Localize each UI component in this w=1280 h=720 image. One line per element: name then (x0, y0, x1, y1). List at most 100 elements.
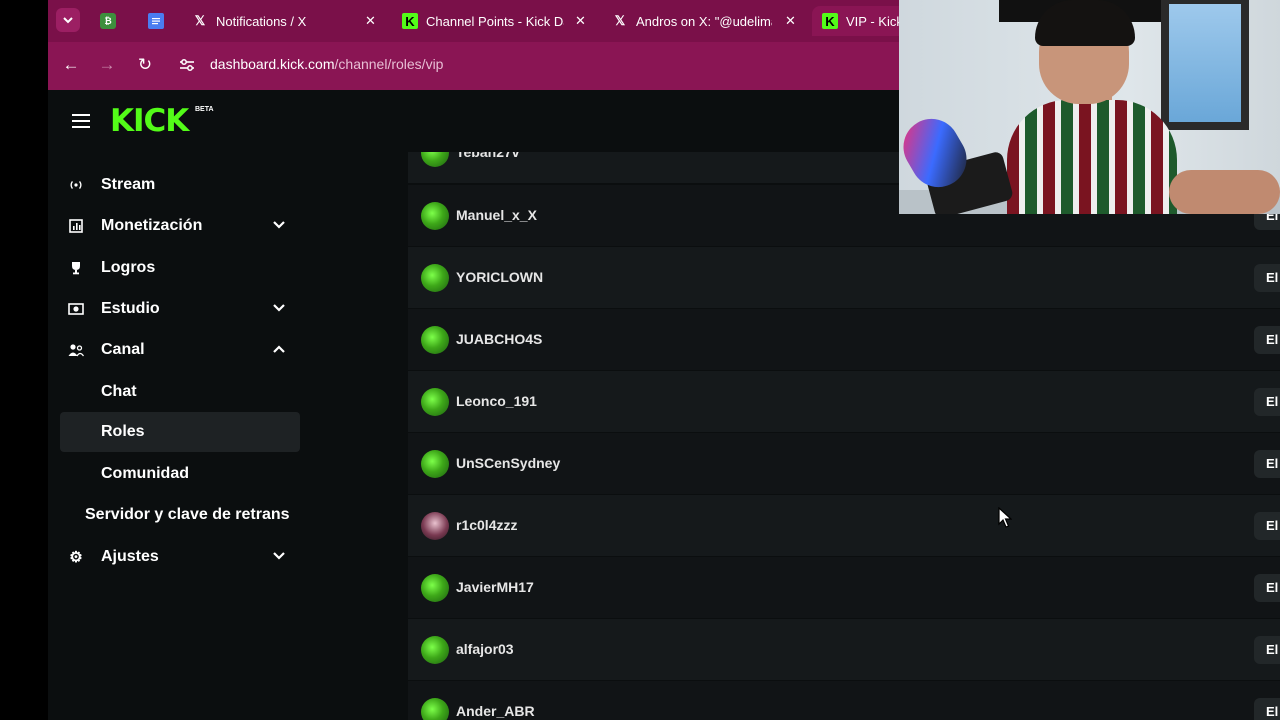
vip-row: UnSCenSydney El (408, 433, 1280, 494)
mouse-cursor-icon (998, 507, 1012, 528)
sidebar-item-label: Logros (101, 259, 156, 276)
vip-username[interactable]: alfajor03 (456, 641, 514, 657)
webcam-jersey (1169, 4, 1241, 122)
vip-username[interactable]: Ander_ABR (456, 703, 535, 719)
vip-row: r1c0l4zzz El (408, 495, 1280, 556)
tab-title: Channel Points - Kick Da (426, 13, 564, 29)
sidebar-item-stream[interactable]: Stream (60, 166, 300, 204)
vip-row: Ander_ABR El (408, 681, 1280, 720)
webcam-person-hair (1035, 0, 1135, 46)
docs-icon (148, 13, 164, 29)
avatar (421, 202, 449, 230)
gear-icon: ⚙ (69, 549, 83, 566)
studio-icon (68, 301, 84, 317)
vip-username[interactable]: Leonco_191 (456, 393, 537, 409)
site-info-icon[interactable] (176, 54, 198, 76)
forward-arrow-icon[interactable]: → (96, 54, 118, 76)
tab-title: VIP - Kick (846, 13, 903, 29)
remove-vip-button[interactable]: El (1254, 450, 1280, 478)
kick-k-icon: K (822, 13, 838, 29)
sidebar-item-estudio[interactable]: Estudio (60, 290, 300, 328)
sidebar-item-monetizacion[interactable]: Monetización (60, 207, 300, 245)
vip-username[interactable]: Manuel_x_X (456, 207, 537, 223)
sidebar-item-ajustes[interactable]: ⚙ Ajustes (60, 538, 300, 576)
vip-row: JUABCHO4S El (408, 309, 1280, 370)
tab-title: Andros on X: "@udelima (636, 13, 772, 29)
sidebar-subitem-roles[interactable]: Roles (60, 412, 300, 452)
trophy-icon (68, 260, 84, 276)
tab-notifications-x[interactable]: 𝕏 Notifications / X (192, 6, 352, 36)
close-tab-icon[interactable]: ✕ (575, 13, 586, 29)
chart-icon (68, 218, 84, 234)
vip-username[interactable]: YORICLOWN (456, 269, 543, 285)
chevron-down-icon[interactable] (272, 301, 286, 315)
back-arrow-icon[interactable]: ← (60, 54, 82, 76)
tab-docs[interactable] (148, 6, 164, 36)
remove-vip-button[interactable]: El (1254, 388, 1280, 416)
close-tab-icon[interactable]: ✕ (365, 13, 376, 29)
vip-row: YORICLOWN El (408, 247, 1280, 308)
sidebar-item-label: Ajustes (101, 548, 159, 565)
avatar (421, 636, 449, 664)
chevron-down-icon[interactable] (272, 549, 286, 563)
sidebar-item-server-key[interactable]: Servidor y clave de retrans (60, 495, 320, 535)
sidebar-subitem-label: Comunidad (101, 465, 189, 482)
webcam-overlay (899, 0, 1280, 214)
remove-vip-button[interactable]: El (1254, 636, 1280, 664)
remove-vip-button[interactable]: El (1254, 264, 1280, 292)
broadcast-icon (68, 177, 84, 193)
tab-search-button[interactable] (56, 8, 80, 32)
vip-row: Leonco_191 El (408, 371, 1280, 432)
sidebar-item-label: Stream (101, 176, 156, 193)
vip-list-panel: Teban27v Manuel_x_X El YORICLOWN El JUAB… (318, 152, 1280, 720)
avatar (421, 512, 449, 540)
avatar (421, 388, 449, 416)
sidebar-item-canal[interactable]: Canal (60, 331, 300, 369)
reload-icon[interactable]: ↻ (134, 54, 156, 76)
avatar (421, 450, 449, 478)
sidebar-item-label: Monetización (101, 217, 203, 234)
wallet-icon: ₿ (100, 13, 116, 29)
sidebar-subitem-label: Roles (101, 423, 145, 440)
tab-wallet[interactable]: ₿ (100, 6, 116, 36)
x-logo-icon: 𝕏 (614, 13, 626, 28)
avatar (421, 698, 449, 720)
menu-icon[interactable] (72, 114, 90, 128)
sidebar-subitem-comunidad[interactable]: Comunidad (60, 454, 300, 494)
tab-andros-x[interactable]: 𝕏 Andros on X: "@udelima (612, 6, 772, 36)
vip-row: alfajor03 El (408, 619, 1280, 680)
webcam-person-shirt (1007, 100, 1177, 214)
vip-username[interactable]: JavierMH17 (456, 579, 534, 595)
remove-vip-button[interactable]: El (1254, 326, 1280, 354)
webcam-person-arm (1169, 170, 1280, 214)
avatar (421, 264, 449, 292)
vip-username[interactable]: r1c0l4zzz (456, 517, 517, 533)
sidebar: Stream Monetización Logros Estudio Canal… (48, 152, 318, 720)
url-field[interactable]: dashboard.kick.com/channel/roles/vip (210, 56, 443, 72)
remove-vip-button[interactable]: El (1254, 574, 1280, 602)
sidebar-item-logros[interactable]: Logros (60, 249, 300, 287)
avatar (421, 152, 449, 167)
chevron-up-icon[interactable] (272, 342, 286, 356)
vip-username[interactable]: Teban27v (456, 152, 520, 160)
sidebar-subitem-chat[interactable]: Chat (60, 372, 300, 412)
chevron-down-icon (63, 17, 73, 24)
avatar (421, 326, 449, 354)
tab-title: Notifications / X (216, 13, 307, 29)
kick-k-icon: K (402, 13, 418, 29)
url-path: /channel/roles/vip (334, 56, 444, 72)
kick-logo[interactable]: KICK (110, 103, 189, 139)
people-icon (68, 342, 84, 358)
tab-channel-points[interactable]: K Channel Points - Kick Da (402, 6, 564, 36)
remove-vip-button[interactable]: El (1254, 512, 1280, 540)
vip-username[interactable]: JUABCHO4S (456, 331, 542, 347)
chevron-down-icon[interactable] (272, 218, 286, 232)
beta-badge: BETA (195, 106, 214, 113)
sidebar-item-label: Estudio (101, 300, 160, 317)
x-logo-icon: 𝕏 (194, 13, 206, 28)
avatar (421, 574, 449, 602)
sidebar-item-label: Servidor y clave de retrans (85, 506, 290, 523)
vip-username[interactable]: UnSCenSydney (456, 455, 560, 471)
remove-vip-button[interactable]: El (1254, 698, 1280, 720)
close-tab-icon[interactable]: ✕ (785, 13, 796, 29)
